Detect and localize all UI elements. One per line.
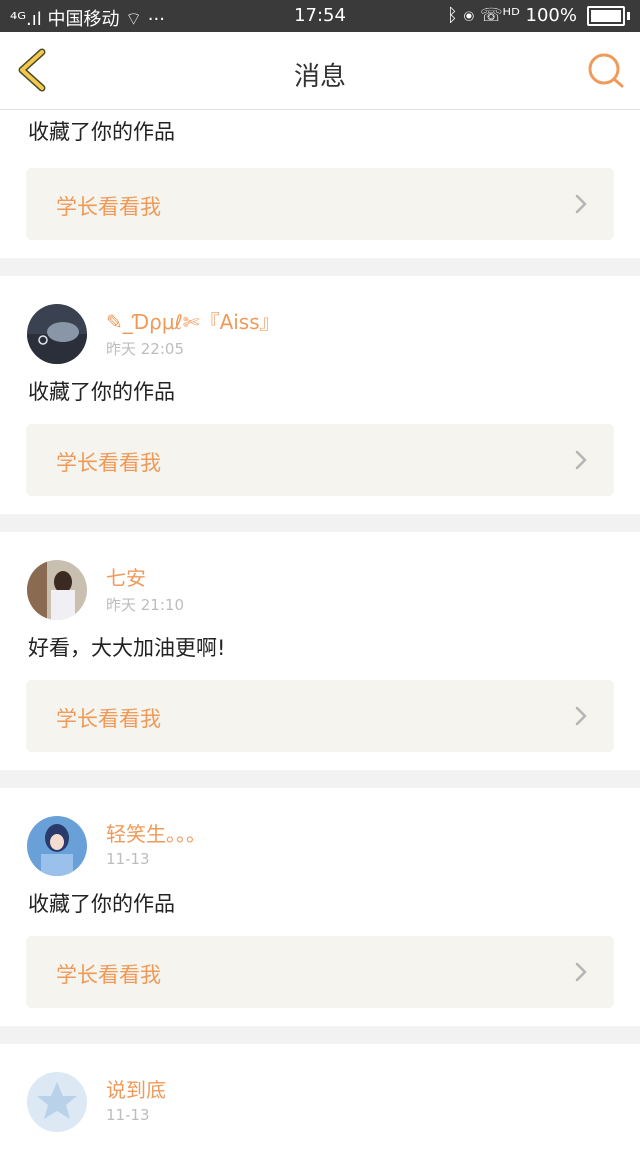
battery-icon	[587, 5, 625, 26]
work-link[interactable]: 学长看看我	[26, 680, 614, 752]
battery-tip	[627, 11, 630, 20]
chevron-right-icon	[575, 450, 587, 470]
username[interactable]: ✎_Ɗρμℓ✄『Aiss』	[106, 306, 280, 335]
avatar[interactable]	[27, 1072, 87, 1132]
avatar[interactable]	[27, 560, 87, 620]
avatar-image	[27, 816, 87, 876]
card-header: 七安 昨天 21:10	[0, 532, 640, 620]
message-card: ✎_Ɗρμℓ✄『Aiss』 昨天 22:05 收藏了你的作品 学长看看我	[0, 276, 640, 514]
search-button[interactable]	[586, 51, 626, 91]
username[interactable]: 七安	[106, 562, 146, 591]
timestamp: 昨天 22:05	[106, 340, 184, 358]
card-spacer	[0, 496, 640, 514]
message-content: 收藏了你的作品	[28, 380, 175, 404]
avatar-image	[27, 304, 87, 364]
status-right: ᛒ ⦿ ☏ᴴᴰ 100%	[447, 5, 630, 26]
message-content: 好看，大大加油更啊!	[28, 636, 226, 660]
default-avatar-icon	[27, 1072, 87, 1132]
card-spacer	[0, 1008, 640, 1026]
timestamp: 11-13	[106, 1106, 150, 1124]
avatar[interactable]	[27, 816, 87, 876]
chevron-right-icon	[575, 706, 587, 726]
work-link-label: 学长看看我	[56, 963, 161, 987]
search-icon	[588, 53, 624, 88]
work-link[interactable]: 学长看看我	[26, 936, 614, 1008]
username[interactable]: 说到底	[106, 1074, 166, 1103]
timestamp: 11-13	[106, 850, 150, 868]
avatar[interactable]	[27, 304, 87, 364]
username[interactable]: 轻笑生。。。	[106, 818, 206, 847]
work-link-label: 学长看看我	[56, 707, 161, 731]
work-link-label: 学长看看我	[56, 451, 161, 475]
page-title: 消息	[293, 62, 346, 92]
card-spacer	[0, 240, 640, 258]
status-bar: ⁴ᴳ.ıl 中国移动 ⌔ ··· 17:54 ᛒ ⦿ ☏ᴴᴰ 100%	[0, 0, 640, 32]
chevron-right-icon	[575, 194, 587, 214]
avatar-image	[27, 560, 87, 620]
card-spacer	[0, 1130, 640, 1170]
work-link[interactable]: 学长看看我	[26, 424, 614, 496]
message-card: 收藏了你的作品 学长看看我	[0, 110, 640, 258]
card-header: 轻笑生。。。 11-13	[0, 788, 640, 876]
work-link-label: 学长看看我	[56, 195, 161, 219]
card-header: ✎_Ɗρμℓ✄『Aiss』 昨天 22:05	[0, 276, 640, 364]
message-card: 说到底 11-13	[0, 1044, 640, 1170]
status-icons: ᛒ ⦿ ☏ᴴᴰ 100%	[447, 5, 577, 26]
card-header: 说到底 11-13	[0, 1044, 640, 1132]
message-content: 收藏了你的作品	[28, 120, 175, 144]
work-link[interactable]: 学长看看我	[26, 168, 614, 240]
timestamp: 昨天 21:10	[106, 596, 184, 614]
message-card: 七安 昨天 21:10 好看，大大加油更啊! 学长看看我	[0, 532, 640, 770]
card-spacer	[0, 752, 640, 770]
message-content: 收藏了你的作品	[28, 892, 175, 916]
message-card: 轻笑生。。。 11-13 收藏了你的作品 学长看看我	[0, 788, 640, 1026]
nav-bar: 消息	[0, 32, 640, 110]
message-feed: 收藏了你的作品 学长看看我 ✎_Ɗρμℓ✄『Aiss』 昨天 22:05 收藏了…	[0, 110, 640, 1170]
chevron-right-icon	[575, 962, 587, 982]
